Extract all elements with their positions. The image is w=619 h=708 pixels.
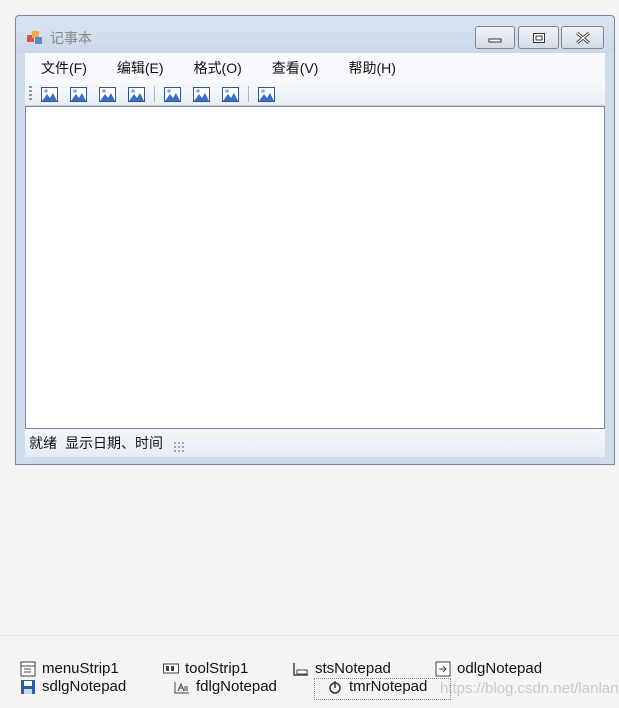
tray-item-timer[interactable]: tmrNotepad [327,678,427,695]
toolbar-button-7[interactable] [221,86,240,103]
maximize-icon [532,32,545,43]
tray-item-label: sdlgNotepad [42,678,127,695]
menu-help[interactable]: 帮助(H) [340,54,403,82]
image-icon [99,86,116,102]
tray-item-statusstrip[interactable]: stsNotepad [293,660,391,677]
menu-file[interactable]: 文件(F) [33,54,95,82]
title-bar[interactable]: 记事本 [16,16,614,53]
toolbar-grip[interactable] [29,86,32,102]
save-dialog-icon [21,679,35,694]
status-label-ready: 就绪 [29,435,57,451]
close-button[interactable] [561,26,604,49]
image-icon [70,86,87,102]
statusstrip-icon [293,662,308,676]
tray-item-open-dialog[interactable]: odlgNotepad [435,660,542,677]
image-icon [128,86,145,102]
tray-item-label: odlgNotepad [457,660,543,677]
menustrip-icon [20,661,36,676]
minimize-icon [488,38,502,42]
image-icon [222,86,239,102]
toolbar-button-5[interactable] [163,86,182,103]
timer-icon [329,680,341,694]
editor-textbox[interactable] [25,106,605,429]
tray-item-menustrip[interactable]: menuStrip1 [20,660,119,677]
image-icon [258,86,275,102]
tray-item-label: toolStrip1 [185,660,249,677]
toolstrip-icon [163,663,179,673]
notepad-window: 记事本 文件(F) 编辑(E) 格式(O) 查看(V) 帮助(H) 就绪 显示日… [15,15,615,465]
close-icon [575,31,590,44]
status-bar: 就绪 显示日期、时间 [25,429,605,457]
size-grip[interactable] [173,441,185,453]
toolbar-button-8[interactable] [257,86,276,103]
image-icon [193,86,210,102]
menu-format[interactable]: 格式(O) [186,54,250,82]
window-title: 记事本 [50,31,92,47]
toolbar-button-3[interactable] [98,86,117,103]
toolbar-button-4[interactable] [127,86,146,103]
watermark: https://blog.csdn.net/lanlantanglan [440,680,619,697]
menu-edit[interactable]: 编辑(E) [109,54,172,82]
toolbar-separator [248,86,249,102]
tray-item-font-dialog[interactable]: fdlgNotepad [174,678,277,695]
toolbar-button-6[interactable] [192,86,211,103]
maximize-button[interactable] [518,26,559,49]
tool-bar [25,83,605,106]
app-icon [27,31,42,44]
tray-item-label: tmrNotepad [349,678,428,695]
tray-item-save-dialog[interactable]: sdlgNotepad [20,678,126,695]
tray-item-label: stsNotepad [315,660,391,677]
minimize-button[interactable] [475,26,515,49]
toolbar-button-1[interactable] [40,86,59,103]
tray-item-label: menuStrip1 [42,660,119,677]
tray-item-toolstrip[interactable]: toolStrip1 [163,660,248,677]
menu-bar: 文件(F) 编辑(E) 格式(O) 查看(V) 帮助(H) [25,53,605,83]
menu-view[interactable]: 查看(V) [264,54,327,82]
font-dialog-icon [174,681,189,693]
image-icon [164,86,181,102]
open-dialog-icon [435,661,451,676]
status-label-datetime: 显示日期、时间 [65,435,163,451]
tray-item-label: fdlgNotepad [196,678,277,695]
toolbar-separator [154,86,155,102]
image-icon [41,86,58,102]
toolbar-button-2[interactable] [69,86,88,103]
